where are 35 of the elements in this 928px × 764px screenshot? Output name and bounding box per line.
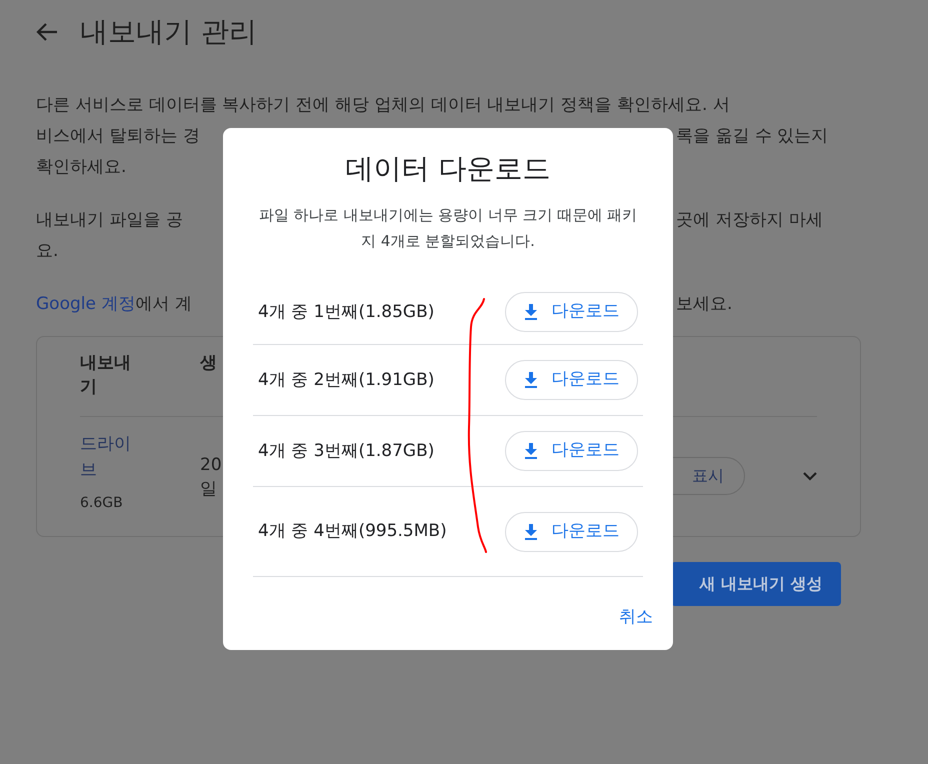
cancel-button[interactable]: 취소 — [617, 605, 655, 630]
download-button[interactable]: 다운로드 — [505, 292, 638, 332]
download-button[interactable]: 다운로드 — [505, 431, 638, 471]
body-text: 곳에 저장하지 마세 — [676, 209, 823, 232]
column-header: 생 — [200, 352, 217, 375]
chevron-icon[interactable] — [803, 472, 817, 481]
body-text: 내보내기 파일을 공 — [36, 210, 183, 230]
size-text: 6.6GB — [80, 494, 124, 513]
part-label: 4개 중 2번째(1.91GB) — [257, 368, 436, 392]
body-text: 보세요. — [676, 293, 732, 316]
body-text: 비스에서 탈퇴하는 경 — [36, 126, 200, 146]
body-text: 에서 계 — [135, 294, 192, 314]
download-icon — [524, 372, 538, 388]
download-icon — [524, 443, 538, 459]
part-label: 4개 중 4번째(995.5MB) — [257, 520, 448, 543]
download-button[interactable]: 다운로드 — [505, 512, 638, 552]
body-text: 확인하세요. — [36, 156, 126, 179]
date-text: 20 — [200, 454, 222, 477]
body-text: 록을 옮길 수 있는지 — [676, 125, 828, 148]
dialog-description: 파일 하나로 내보내기에는 용량이 너무 크기 때문에 패키지 4개로 분할되었습니다. — [258, 205, 638, 252]
back-arrow-icon[interactable] — [36, 22, 58, 42]
date-text: 일 — [200, 478, 218, 501]
body-text: 다른 서비스로 데이터를 복사하기 전에 해당 업체의 데이터 내보내기 정책을 확인하세요. 서 — [36, 94, 730, 117]
column-header: 내보내기 — [80, 352, 132, 399]
download-icon — [524, 304, 538, 320]
page-title: 내보내기 관리 — [80, 14, 257, 50]
download-icon — [524, 524, 538, 540]
part-label: 4개 중 1번째(1.85GB) — [257, 300, 436, 324]
body-text: 요. — [36, 240, 58, 263]
download-button[interactable]: 다운로드 — [505, 360, 638, 400]
account-link[interactable]: Google 계정 — [36, 294, 136, 314]
dialog-title: 데이터 다운로드 — [344, 151, 552, 187]
service-link[interactable]: 드라이브 — [80, 431, 142, 483]
create-export-button[interactable]: 새 내보내기 생성 — [671, 562, 841, 606]
part-label: 4개 중 3번째(1.87GB) — [257, 440, 436, 462]
